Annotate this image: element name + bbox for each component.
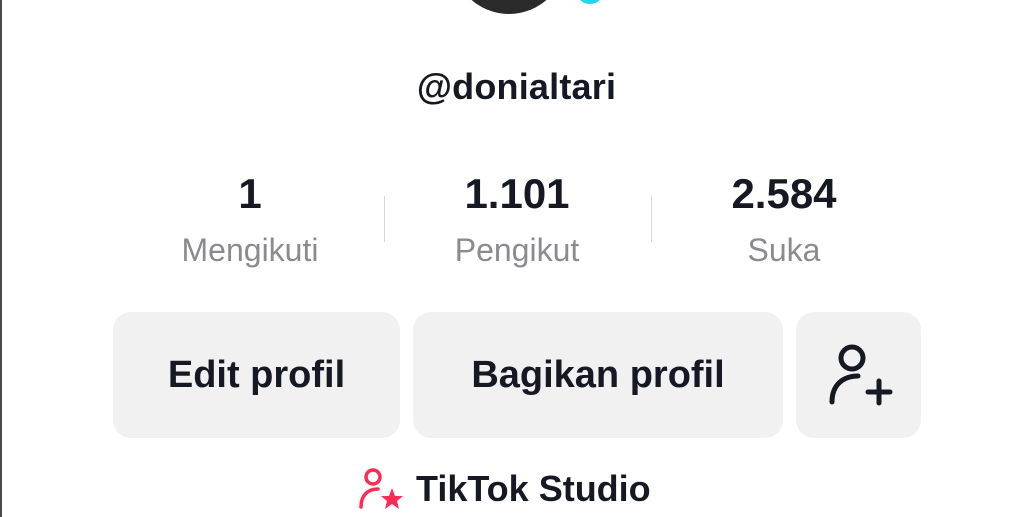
avatar-add-badge[interactable] (572, 0, 608, 8)
stat-divider (651, 196, 652, 242)
share-profile-button[interactable]: Bagikan profil (413, 312, 783, 438)
person-star-icon (359, 468, 403, 509)
stat-followers[interactable]: 1.101 Pengikut (387, 168, 647, 270)
stat-followers-value: 1.101 (464, 170, 570, 217)
stat-following-label: Mengikuti (181, 232, 319, 268)
tiktok-studio-label: TikTok Studio (416, 468, 651, 509)
edit-profile-button[interactable]: Edit profil (113, 312, 400, 438)
username: @donialtari (416, 66, 617, 107)
profile-stats: 1 Mengikuti 1.101 Pengikut 2.584 Suka (0, 168, 1033, 288)
avatar[interactable] (452, 0, 566, 14)
stat-followers-label: Pengikut (454, 232, 580, 268)
edit-profile-label: Edit profil (167, 353, 346, 396)
stat-following-value: 1 (238, 170, 262, 217)
share-profile-label: Bagikan profil (471, 353, 725, 396)
stat-likes-value: 2.584 (731, 170, 837, 217)
stat-likes[interactable]: 2.584 Suka (654, 168, 914, 270)
person-plus-icon (829, 344, 892, 406)
stat-divider (384, 196, 385, 242)
tiktok-studio-link[interactable]: TikTok Studio (358, 466, 651, 512)
stat-likes-label: Suka (747, 232, 821, 268)
stat-following[interactable]: 1 Mengikuti (120, 168, 380, 270)
add-friend-button[interactable] (796, 312, 921, 438)
